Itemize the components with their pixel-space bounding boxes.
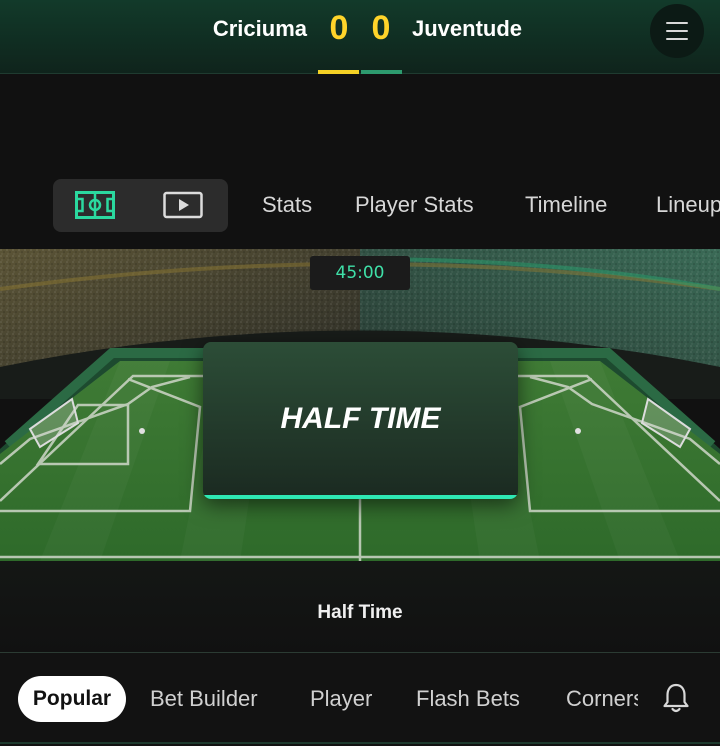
tab-player-stats[interactable]: Player Stats <box>355 192 474 218</box>
tab-timeline[interactable]: Timeline <box>525 192 607 218</box>
market-tab-corners-clip: Corners <box>566 676 638 716</box>
tab-lineups[interactable]: Lineups <box>656 192 720 218</box>
half-time-overlay: HALF TIME <box>203 342 518 499</box>
home-score: 0 <box>329 9 349 47</box>
away-color-bar <box>361 70 402 74</box>
tab-stats[interactable]: Stats <box>262 192 312 218</box>
bell-icon[interactable] <box>662 682 690 714</box>
overlay-title: HALF TIME <box>280 402 441 435</box>
away-team-name: Juventude <box>412 16 523 41</box>
market-tab-corners[interactable]: Corners <box>566 686 638 712</box>
hamburger-menu-icon[interactable] <box>650 4 704 58</box>
overlay-underline <box>203 495 518 499</box>
scoreboard-header: Criciuma 0 0 Juventude <box>0 0 720 74</box>
market-tab-flash-bets[interactable]: Flash Bets <box>416 686 520 712</box>
away-score: 0 <box>371 9 391 47</box>
home-team-name: Criciuma <box>212 16 307 41</box>
market-tab-player[interactable]: Player <box>310 686 372 712</box>
match-clock: 45:00 <box>310 256 410 290</box>
bottom-divider <box>0 742 720 744</box>
market-tab-bet-builder[interactable]: Bet Builder <box>150 686 258 712</box>
market-tab-popular[interactable]: Popular <box>18 676 126 722</box>
tabs-row: Stats Player Stats Timeline Lineups <box>0 180 720 232</box>
match-status: Half Time <box>317 602 403 623</box>
home-color-bar <box>318 70 359 74</box>
